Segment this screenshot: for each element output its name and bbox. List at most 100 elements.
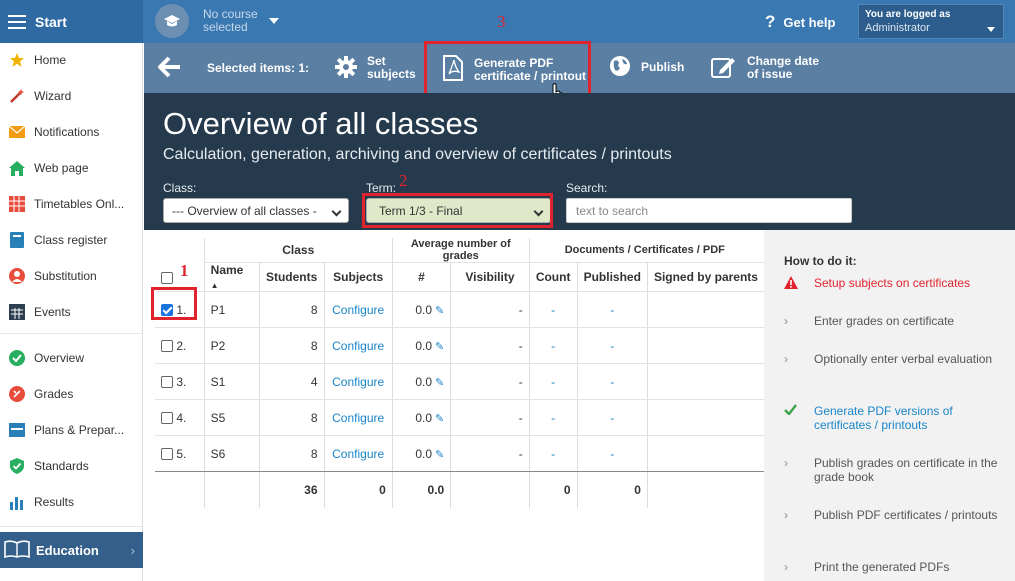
grades-average: 0.0 xyxy=(415,410,432,425)
hamburger-icon xyxy=(8,14,26,29)
visibility-value: - xyxy=(450,291,530,328)
configure-link[interactable]: Configure xyxy=(324,363,393,400)
count-link[interactable]: - xyxy=(529,327,578,364)
column-header-name[interactable]: Name ▲ xyxy=(204,262,260,292)
pencil-icon: ✎ xyxy=(435,340,445,353)
row-select-cell: 5. xyxy=(155,435,205,472)
row-checkbox[interactable] xyxy=(161,376,173,389)
start-menu-button[interactable]: Start xyxy=(0,0,143,43)
sidebar-item-web-page[interactable]: Web page xyxy=(0,151,142,185)
published-link[interactable]: - xyxy=(577,399,648,436)
published-link[interactable]: - xyxy=(577,327,648,364)
course-selector[interactable]: No course selected xyxy=(155,4,279,38)
annotation-number-2: 2 xyxy=(399,171,408,190)
how-to-step[interactable]: › Enter grades on certificate xyxy=(784,314,1004,328)
sidebar-item-timetables[interactable]: Timetables Onl... xyxy=(0,187,142,221)
how-to-step[interactable]: › Print the generated PDFs xyxy=(784,560,1004,574)
select-all-checkbox[interactable] xyxy=(161,271,173,284)
grades-average-cell[interactable]: 0.0 ✎ xyxy=(392,327,452,364)
sidebar-item-events[interactable]: Events xyxy=(0,295,142,329)
row-checkbox[interactable] xyxy=(161,340,173,353)
count-link[interactable]: - xyxy=(529,291,578,328)
configure-link[interactable]: Configure xyxy=(324,435,393,472)
class-name: P1 xyxy=(204,291,260,328)
row-select-cell: 3. xyxy=(155,363,205,400)
configure-link[interactable]: Configure xyxy=(324,291,393,328)
count-link[interactable]: - xyxy=(529,363,578,400)
sidebar-item-overview[interactable]: Overview xyxy=(0,341,142,375)
how-to-step[interactable]: Setup subjects on certificates xyxy=(784,276,1004,292)
sidebar-item-home[interactable]: Home xyxy=(0,43,142,77)
table-row: 2. P2 8 Configure 0.0 ✎ - - - xyxy=(155,327,764,364)
sidebar-item-wizard[interactable]: Wizard xyxy=(0,79,142,113)
count-link[interactable]: - xyxy=(529,435,578,472)
student-count: 8 xyxy=(259,399,325,436)
globe-icon xyxy=(609,55,631,80)
class-select[interactable]: --- Overview of all classes - xyxy=(163,198,349,223)
chevron-right-icon: › xyxy=(784,456,788,470)
publish-button[interactable]: Publish xyxy=(609,55,684,80)
column-header-published: Published xyxy=(577,262,648,292)
published-link[interactable]: - xyxy=(577,291,648,328)
pencil-icon: ✎ xyxy=(435,412,445,425)
sidebar-item-results[interactable]: Results xyxy=(0,485,142,519)
grades-average-cell[interactable]: 0.0 ✎ xyxy=(392,435,452,472)
page-subtitle: Calculation, generation, archiving and o… xyxy=(163,146,672,163)
grades-average-cell[interactable]: 0.0 ✎ xyxy=(392,291,452,328)
open-book-icon xyxy=(4,539,30,561)
student-count: 8 xyxy=(259,435,325,472)
chevron-down-icon xyxy=(269,18,279,24)
sidebar-item-label: Class register xyxy=(34,233,108,247)
sidebar-item-plans[interactable]: Plans & Prepar... xyxy=(0,413,142,447)
sidebar-item-grades[interactable]: Grades xyxy=(0,377,142,411)
sidebar-item-substitution[interactable]: Substitution xyxy=(0,259,142,293)
education-label: Education xyxy=(36,542,99,558)
person-icon xyxy=(8,267,26,285)
highlight-box-generate-pdf xyxy=(424,41,591,98)
gear-icon xyxy=(335,55,357,81)
publish-label: Publish xyxy=(641,60,685,74)
change-date-button[interactable]: Change date of issue xyxy=(711,55,819,81)
set-subjects-button[interactable]: Set subjects xyxy=(335,55,416,81)
row-checkbox[interactable] xyxy=(161,448,173,461)
how-to-step[interactable]: › Publish grades on certificate in the g… xyxy=(784,456,1004,484)
configure-link[interactable]: Configure xyxy=(324,327,393,364)
start-label: Start xyxy=(35,13,67,30)
sidebar-item-label: Events xyxy=(34,305,71,319)
table-row: 1. P1 8 Configure 0.0 ✎ - - - xyxy=(155,291,764,328)
configure-link[interactable]: Configure xyxy=(324,399,393,436)
how-to-step[interactable]: › Publish PDF certificates / printouts xyxy=(784,508,1004,522)
class-name: S5 xyxy=(204,399,260,436)
back-arrow-icon[interactable] xyxy=(158,56,182,81)
row-index: 4. xyxy=(176,410,187,425)
sidebar-item-label: Overview xyxy=(34,351,85,365)
how-to-step[interactable]: › Optionally enter verbal evaluation xyxy=(784,352,1004,366)
how-to-step[interactable]: Generate PDF versions of certificates / … xyxy=(784,404,1004,432)
count-link[interactable]: - xyxy=(529,399,578,436)
sidebar-item-notifications[interactable]: Notifications xyxy=(0,115,142,149)
published-link[interactable]: - xyxy=(577,435,648,472)
chevron-right-icon: › xyxy=(784,560,788,574)
how-to-title: How to do it: xyxy=(784,254,857,268)
how-to-step-text: Optionally enter verbal evaluation xyxy=(814,352,993,366)
page-title: Overview of all classes xyxy=(163,106,479,141)
totals-spacer xyxy=(155,471,205,508)
sidebar-item-education[interactable]: Education › xyxy=(0,532,143,568)
published-link[interactable]: - xyxy=(577,363,648,400)
annotation-number-3: 3 xyxy=(497,12,506,31)
how-to-step-text: Generate PDF versions of certificates / … xyxy=(814,404,953,432)
user-menu[interactable]: You are logged as Administrator xyxy=(858,4,1004,39)
grades-average-cell[interactable]: 0.0 ✎ xyxy=(392,399,452,436)
sidebar-item-class-register[interactable]: Class register xyxy=(0,223,142,257)
chevron-right-icon: › xyxy=(784,352,788,366)
grades-average-cell[interactable]: 0.0 ✎ xyxy=(392,363,452,400)
search-input[interactable] xyxy=(566,198,852,223)
get-help-button[interactable]: ? Get help xyxy=(765,12,835,32)
visibility-value: - xyxy=(450,399,530,436)
row-index: 2. xyxy=(176,338,187,353)
edit-icon xyxy=(711,56,737,81)
visibility-value: - xyxy=(450,363,530,400)
row-index: 5. xyxy=(176,446,187,461)
sidebar-item-standards[interactable]: Standards xyxy=(0,449,142,483)
row-checkbox[interactable] xyxy=(161,412,173,425)
